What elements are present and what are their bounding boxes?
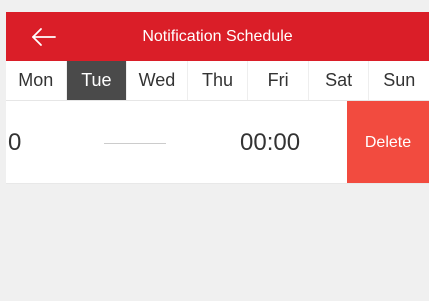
tab-day-fri[interactable]: Fri — [248, 61, 309, 100]
header-bar: Notification Schedule — [6, 12, 429, 61]
page-title: Notification Schedule — [142, 28, 293, 45]
end-time[interactable]: 00:00 — [240, 101, 300, 183]
tab-day-sun[interactable]: Sun — [369, 61, 429, 100]
schedule-row[interactable]: 0 00:00 Delete — [6, 101, 429, 184]
time-separator — [104, 143, 166, 144]
tab-day-mon[interactable]: Mon — [6, 61, 67, 100]
screen: Notification Schedule Mon Tue Wed Thu Fr… — [0, 0, 429, 301]
tab-day-thu[interactable]: Thu — [188, 61, 249, 100]
tab-day-tue[interactable]: Tue — [66, 61, 128, 100]
day-tabs: Mon Tue Wed Thu Fri Sat Sun — [6, 61, 429, 101]
delete-button[interactable]: Delete — [347, 101, 429, 183]
tab-day-wed[interactable]: Wed — [127, 61, 188, 100]
tab-day-sat[interactable]: Sat — [309, 61, 370, 100]
start-time[interactable]: 0 — [8, 101, 21, 183]
